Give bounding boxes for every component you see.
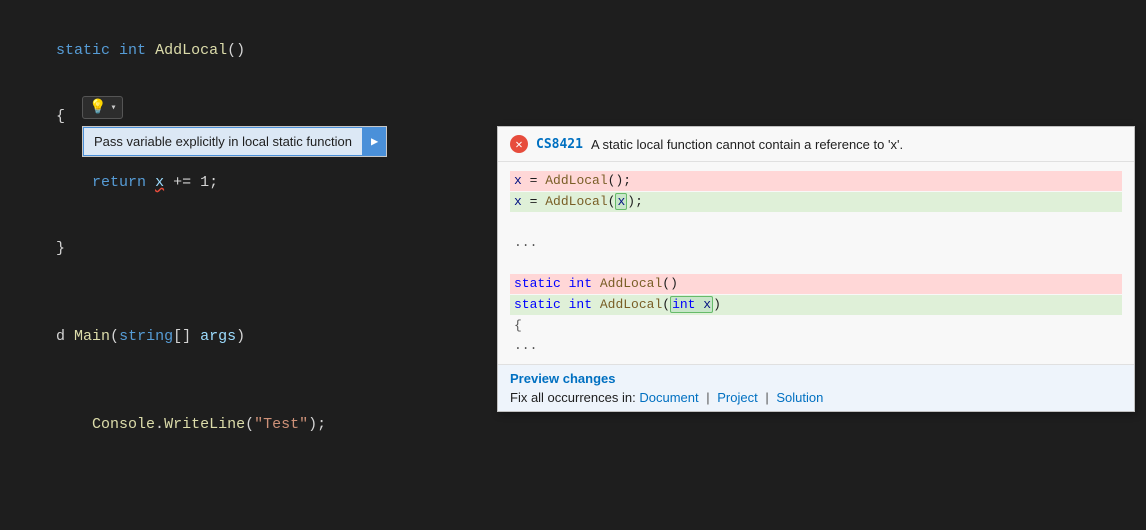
diff-line-added-1: x = AddLocal(x); <box>510 192 1122 212</box>
quickfix-item-label: Pass variable explicitly in local static… <box>94 134 352 149</box>
preview-footer: Preview changes Fix all occurrences in: … <box>498 364 1134 411</box>
diff-dots-1: ... <box>510 233 1122 253</box>
fix-all-line: Fix all occurrences in: Document | Proje… <box>510 390 1122 405</box>
preview-code-area: x = AddLocal(); x = AddLocal(x); ... sta… <box>498 162 1134 364</box>
diff-spacer-2 <box>510 253 1122 273</box>
lightbulb-icon: 💡 <box>89 99 106 116</box>
fix-all-prefix: Fix all occurrences in: <box>510 390 636 405</box>
diff-line-removed-1: x = AddLocal(); <box>510 171 1122 191</box>
lightbulb-button[interactable]: 💡 ▾ <box>82 96 123 119</box>
quickfix-expand-button[interactable]: ▶ <box>363 127 386 156</box>
error-icon: ✕ <box>510 135 528 153</box>
lightbulb-dropdown-arrow: ▾ <box>110 102 116 114</box>
error-message: A static local function cannot contain a… <box>591 137 903 152</box>
code-line-1: static int AddLocal() <box>20 18 1146 84</box>
fix-link-project[interactable]: Project <box>717 390 757 405</box>
preview-changes-label[interactable]: Preview changes <box>510 371 1122 386</box>
diff-dots-2: ... <box>510 336 1122 356</box>
diff-line-added-2: static int AddLocal(int x) <box>510 295 1122 315</box>
preview-panel: ✕ CS8421 A static local function cannot … <box>497 126 1135 412</box>
quickfix-item[interactable]: Pass variable explicitly in local static… <box>83 127 363 156</box>
diff-spacer-1 <box>510 213 1122 233</box>
error-code: CS8421 <box>536 137 583 152</box>
lightbulb-widget: 💡 ▾ <box>82 96 123 119</box>
diff-brace: { <box>510 316 1122 336</box>
quickfix-menu: Pass variable explicitly in local static… <box>82 126 387 157</box>
quickfix-expand-arrow: ▶ <box>371 134 378 149</box>
fix-link-document[interactable]: Document <box>639 390 698 405</box>
preview-header: ✕ CS8421 A static local function cannot … <box>498 127 1134 162</box>
fix-link-solution[interactable]: Solution <box>776 390 823 405</box>
separator-2: | <box>765 390 768 405</box>
separator-1: | <box>706 390 709 405</box>
diff-line-removed-2: static int AddLocal() <box>510 274 1122 294</box>
